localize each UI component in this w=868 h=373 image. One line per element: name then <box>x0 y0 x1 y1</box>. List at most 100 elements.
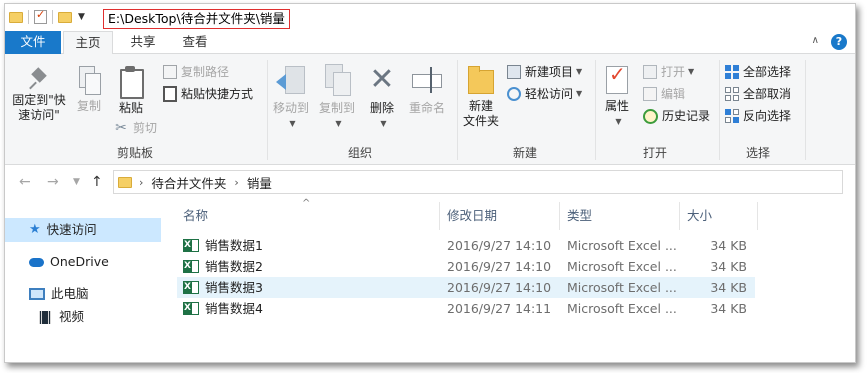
breadcrumb-chevron-icon[interactable]: › <box>139 176 143 189</box>
divider[interactable] <box>439 202 440 230</box>
rename-button[interactable]: 重命名 <box>405 64 449 116</box>
file-list: ^ 名称 修改日期 类型 大小 销售数据1 2016/9/27 14:10 Mi… <box>171 198 855 362</box>
nav-item-onedrive[interactable]: OneDrive <box>5 250 109 274</box>
divider <box>52 10 53 24</box>
group-label-new: 新建 <box>512 146 537 160</box>
quick-access-toolbar: ▼ <box>9 8 85 26</box>
divider <box>719 60 720 160</box>
cut-button[interactable]: ✂ 剪切 <box>113 118 157 138</box>
recent-locations-icon[interactable]: ▼ <box>73 177 80 187</box>
paste-shortcut-icon <box>163 86 177 102</box>
excel-file-icon <box>183 260 199 273</box>
open-icon <box>643 65 657 79</box>
easy-access-icon <box>507 87 521 101</box>
tab-share[interactable]: 共享 <box>118 31 168 54</box>
address-bar[interactable]: › 待合并文件夹 › 销量 <box>113 170 843 194</box>
nav-item-label: OneDrive <box>50 254 109 269</box>
rename-icon <box>410 64 444 98</box>
history-button[interactable]: 历史记录 <box>643 106 710 126</box>
file-name: 销售数据3 <box>205 280 263 295</box>
select-none-button[interactable]: 全部取消 <box>725 84 791 104</box>
tab-home[interactable]: 主页 <box>63 31 113 55</box>
group-label-select: 选择 <box>745 146 770 160</box>
delete-label: 删除 <box>369 101 394 115</box>
nav-item-videos[interactable]: 视频 <box>5 305 84 329</box>
forward-icon[interactable]: → <box>47 174 59 190</box>
select-all-button[interactable]: 全部选择 <box>725 62 791 82</box>
new-item-button[interactable]: 新建项目 ▼ <box>507 62 582 82</box>
edit-button[interactable]: 编辑 <box>643 84 685 104</box>
file-size: 34 KB <box>710 280 747 295</box>
nav-item-label: 视频 <box>59 309 85 324</box>
table-row[interactable]: 销售数据3 2016/9/27 14:10 Microsoft Excel ..… <box>177 277 755 298</box>
tab-file[interactable]: 文件 <box>5 31 61 54</box>
divider[interactable] <box>679 202 680 230</box>
table-row[interactable]: 销售数据2 2016/9/27 14:10 Microsoft Excel ..… <box>177 256 755 277</box>
help-icon[interactable]: ? <box>831 34 847 50</box>
open-button[interactable]: 打开 ▼ <box>643 62 694 82</box>
paste-label: 粘贴 <box>118 101 143 115</box>
table-row[interactable]: 销售数据4 2016/9/27 14:11 Microsoft Excel ..… <box>177 298 755 319</box>
invert-selection-icon <box>725 109 739 123</box>
copy-path-button[interactable]: 复制路径 <box>163 62 229 82</box>
divider <box>457 60 458 160</box>
invert-selection-button[interactable]: 反向选择 <box>725 106 791 126</box>
column-header-type[interactable]: 类型 <box>561 200 679 230</box>
navigation-bar: ← → ▼ ↑ › 待合并文件夹 › 销量 <box>5 165 855 199</box>
column-header-size[interactable]: 大小 <box>681 200 757 230</box>
collapse-ribbon-icon[interactable]: ∧ <box>812 35 819 46</box>
nav-item-quick-access[interactable]: ★ 快速访问 <box>5 218 161 242</box>
file-size: 34 KB <box>710 301 747 316</box>
up-icon[interactable]: ↑ <box>91 174 103 190</box>
back-icon[interactable]: ← <box>19 174 31 190</box>
edit-icon <box>643 87 657 101</box>
copy-button[interactable]: 复制 <box>71 66 107 114</box>
scissors-icon: ✂ <box>115 120 127 136</box>
divider <box>595 60 596 160</box>
delete-button[interactable]: ✕ 删除 ▼ <box>365 64 399 131</box>
breadcrumb-item[interactable]: 待合并文件夹 <box>151 173 226 192</box>
chevron-down-icon: ▼ <box>688 67 695 76</box>
column-header-name[interactable]: 名称 <box>177 200 439 230</box>
column-header-modified[interactable]: 修改日期 <box>441 200 559 230</box>
divider <box>28 10 29 24</box>
explorer-window: ▼ E:\DeskTop\待合并文件夹\销量 文件 主页 共享 查看 ∧ ? 固… <box>4 3 856 363</box>
group-label-open: 打开 <box>642 146 667 160</box>
new-folder-quick-icon[interactable] <box>58 11 72 23</box>
paste-shortcut-label: 粘贴快捷方式 <box>181 87 254 101</box>
properties-label: 属性 <box>604 99 629 113</box>
file-name: 销售数据4 <box>205 301 263 316</box>
chevron-down-icon: ▼ <box>380 119 387 128</box>
file-name: 销售数据2 <box>205 259 263 274</box>
breadcrumb-item[interactable]: 销量 <box>247 173 272 192</box>
pin-quick-access-button[interactable]: 固定到"快 速访问" <box>9 68 69 123</box>
divider[interactable] <box>757 202 758 230</box>
navigation-pane: ★ 快速访问 OneDrive 此电脑 视频 <box>5 200 165 362</box>
select-none-icon <box>725 87 739 101</box>
paste-shortcut-button[interactable]: 粘贴快捷方式 <box>163 84 253 104</box>
breadcrumb-chevron-icon[interactable]: › <box>234 176 238 189</box>
window-title-path: E:\DeskTop\待合并文件夹\销量 <box>103 9 290 29</box>
ribbon-tabs: 文件 主页 共享 查看 ∧ ? <box>5 31 855 55</box>
select-none-label: 全部取消 <box>743 87 792 101</box>
tab-view[interactable]: 查看 <box>170 31 220 54</box>
properties-button[interactable]: 属性 ▼ <box>599 64 635 129</box>
paste-button[interactable]: 粘贴 <box>113 66 149 116</box>
title-bar: ▼ E:\DeskTop\待合并文件夹\销量 <box>5 4 855 31</box>
properties-quick-icon[interactable] <box>34 8 47 24</box>
table-row[interactable]: 销售数据1 2016/9/27 14:10 Microsoft Excel ..… <box>177 235 755 256</box>
move-to-icon <box>275 64 307 98</box>
easy-access-button[interactable]: 轻松访问 ▼ <box>507 84 582 104</box>
chevron-down-icon: ▼ <box>615 117 622 126</box>
divider[interactable] <box>559 202 560 230</box>
move-to-button[interactable]: 移动到 ▼ <box>269 64 313 131</box>
nav-item-this-pc[interactable]: 此电脑 <box>5 282 89 306</box>
copy-to-button[interactable]: 复制到 ▼ <box>315 64 359 131</box>
new-folder-button[interactable]: 新建 文件夹 <box>459 64 503 129</box>
divider <box>805 60 806 160</box>
customize-dropdown-icon[interactable]: ▼ <box>78 12 85 22</box>
edit-label: 编辑 <box>661 87 686 101</box>
copy-path-icon <box>163 65 177 79</box>
folder-icon <box>118 176 132 188</box>
copy-to-icon <box>321 64 353 98</box>
